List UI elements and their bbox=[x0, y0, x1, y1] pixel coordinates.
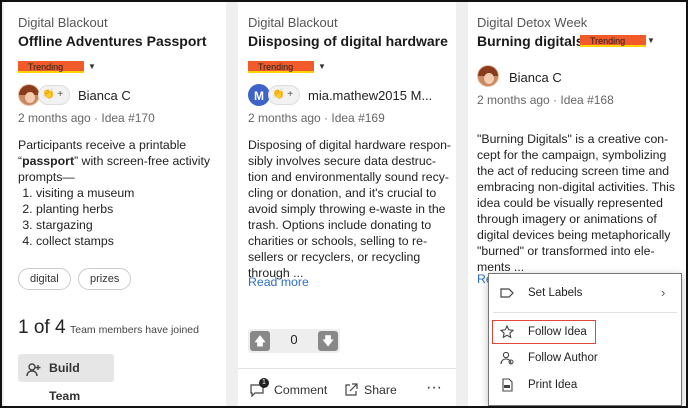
chevron-right-icon: › bbox=[661, 285, 666, 300]
campaign-name: Digital Detox Week bbox=[477, 15, 588, 30]
follow-idea-highlight bbox=[492, 320, 596, 344]
author-avatar-group: M 👏 + bbox=[248, 84, 308, 108]
idea-body: "Burning Digitals" is a creative con- ce… bbox=[477, 131, 686, 275]
body-line: sibly involves secure data destruc- bbox=[248, 154, 436, 168]
avatar[interactable]: M bbox=[248, 84, 270, 106]
idea-card-169[interactable]: Digital Blackout Diisposing of digital h… bbox=[238, 2, 456, 406]
menu-item-label: Print Idea bbox=[528, 379, 578, 391]
body-line: prompts— bbox=[18, 170, 75, 184]
menu-item-label: Follow Author bbox=[528, 352, 598, 364]
tag-digital[interactable]: digital bbox=[18, 268, 71, 290]
idea-title[interactable]: Diisposing of digital hardware bbox=[248, 33, 448, 49]
downvote-button[interactable]: 🡇 bbox=[318, 331, 338, 351]
arrow-down-icon: 🡇 bbox=[321, 334, 335, 348]
body-line: idea could be visually represented bbox=[477, 196, 663, 210]
chevron-down-icon[interactable]: ▼ bbox=[318, 62, 326, 71]
menu-item-print-idea[interactable]: Print Idea bbox=[489, 374, 681, 396]
body-line: digital devices being metaphorically bbox=[477, 228, 671, 242]
build-team-label: Build Team bbox=[49, 361, 81, 403]
activity-list: visiting a museum planting herbs stargaz… bbox=[18, 185, 218, 249]
menu-divider bbox=[493, 312, 677, 313]
trending-badge: Trending bbox=[580, 35, 646, 47]
joined-count: 1 of 4 bbox=[18, 317, 66, 338]
body-line: the act of reducing screen time and bbox=[477, 164, 670, 178]
chevron-down-icon[interactable]: ▼ bbox=[647, 36, 655, 45]
divider bbox=[238, 368, 456, 369]
body-line: through imagery or animations of bbox=[477, 212, 657, 226]
vote-widget: 🡅 0 🡇 bbox=[248, 329, 340, 353]
idea-meta: 2 months ago · Idea #168 bbox=[477, 93, 614, 107]
list-item: stargazing bbox=[36, 217, 218, 233]
reaction-button[interactable]: 👏 + bbox=[38, 85, 70, 105]
avatar[interactable] bbox=[477, 65, 499, 87]
idea-meta: 2 months ago · Idea #169 bbox=[248, 111, 385, 125]
menu-item-label: Set Labels bbox=[528, 287, 583, 299]
author-avatar-group: 👏 + bbox=[18, 84, 78, 108]
idea-body: Disposing of digital hardware respon- si… bbox=[248, 137, 452, 281]
upvote-button[interactable]: 🡅 bbox=[250, 331, 270, 351]
idea-meta: 2 months ago · Idea #170 bbox=[18, 111, 155, 125]
menu-item-set-labels[interactable]: Set Labels › bbox=[489, 282, 681, 304]
pdf-icon bbox=[500, 378, 514, 392]
idea-card-170[interactable]: Digital Blackout Offline Adventures Pass… bbox=[4, 2, 226, 406]
list-item: visiting a museum bbox=[36, 185, 218, 201]
build-team-button[interactable]: Build Team bbox=[18, 354, 114, 403]
trending-badge: Trending bbox=[248, 61, 314, 73]
menu-item-follow-author[interactable]: Follow Author bbox=[489, 347, 681, 369]
author-name[interactable]: Bianca C bbox=[78, 88, 131, 103]
chevron-down-icon[interactable]: ▼ bbox=[88, 62, 96, 71]
user-follow-icon bbox=[500, 351, 514, 365]
body-line: Disposing of digital hardware respon- bbox=[248, 138, 452, 152]
vote-count: 0 bbox=[290, 332, 298, 347]
joined-label: Team members have joined bbox=[70, 324, 199, 336]
more-options-button[interactable]: ··· bbox=[426, 379, 442, 397]
list-item: planting herbs bbox=[36, 201, 218, 217]
campaign-name: Digital Blackout bbox=[248, 15, 338, 30]
comment-label: Comment bbox=[274, 383, 328, 397]
idea-context-menu: Set Labels › Follow Idea Follow Author P… bbox=[488, 273, 682, 406]
body-line: sellers or recyclers, or recycling bbox=[248, 250, 421, 264]
body-line: tion and environmentally sound recy- bbox=[248, 170, 449, 184]
author-name[interactable]: mia.mathew2015 M... bbox=[308, 88, 450, 103]
bold-text: passport bbox=[22, 154, 75, 168]
share-label: Share bbox=[364, 383, 397, 397]
comment-count-badge: 1 bbox=[259, 378, 269, 388]
author-name[interactable]: Bianca C bbox=[509, 70, 562, 85]
idea-title[interactable]: Burning digitals bbox=[477, 33, 584, 49]
body-line: "Burning Digitals" is a creative con- bbox=[477, 132, 669, 146]
body-line: cling or donation, and it's crucial to bbox=[248, 186, 437, 200]
avatar[interactable] bbox=[18, 84, 40, 106]
share-icon bbox=[344, 383, 358, 397]
team-joined: 1 of 4 Team members have joined bbox=[18, 317, 199, 339]
reaction-button[interactable]: 👏 + bbox=[268, 85, 300, 105]
list-item: collect stamps bbox=[36, 233, 218, 249]
body-line: charities or schools, selling to re- bbox=[248, 234, 428, 248]
arrow-up-icon: 🡅 bbox=[253, 334, 267, 348]
idea-title[interactable]: Offline Adventures Passport bbox=[18, 33, 207, 49]
body-line: avoid simply throwing e-waste in the bbox=[248, 202, 446, 216]
author-avatar-group bbox=[477, 65, 503, 89]
campaign-name: Digital Blackout bbox=[18, 15, 108, 30]
label-icon bbox=[500, 286, 514, 300]
ideas-board: Digital Blackout Offline Adventures Pass… bbox=[0, 0, 688, 408]
add-user-icon bbox=[26, 360, 42, 377]
tag-prizes[interactable]: prizes bbox=[78, 268, 132, 290]
body-line: Participants receive a printable bbox=[18, 138, 187, 152]
trending-badge: Trending bbox=[18, 61, 84, 73]
body-line: embracing non-digital activities. This bbox=[477, 180, 675, 194]
body-line: “passport” with screen-free activity bbox=[18, 154, 211, 168]
read-more-link[interactable]: Read more bbox=[248, 275, 309, 289]
body-line: cept for the campaign, symbolizing bbox=[477, 148, 667, 162]
idea-body: Participants receive a printable “passpo… bbox=[18, 137, 218, 249]
clap-icon: 👏 bbox=[42, 89, 55, 100]
clap-icon: 👏 bbox=[272, 89, 285, 100]
body-line: "burned" or transformed into ele- bbox=[477, 244, 655, 258]
body-line: trash. Options include donating to bbox=[248, 218, 432, 232]
